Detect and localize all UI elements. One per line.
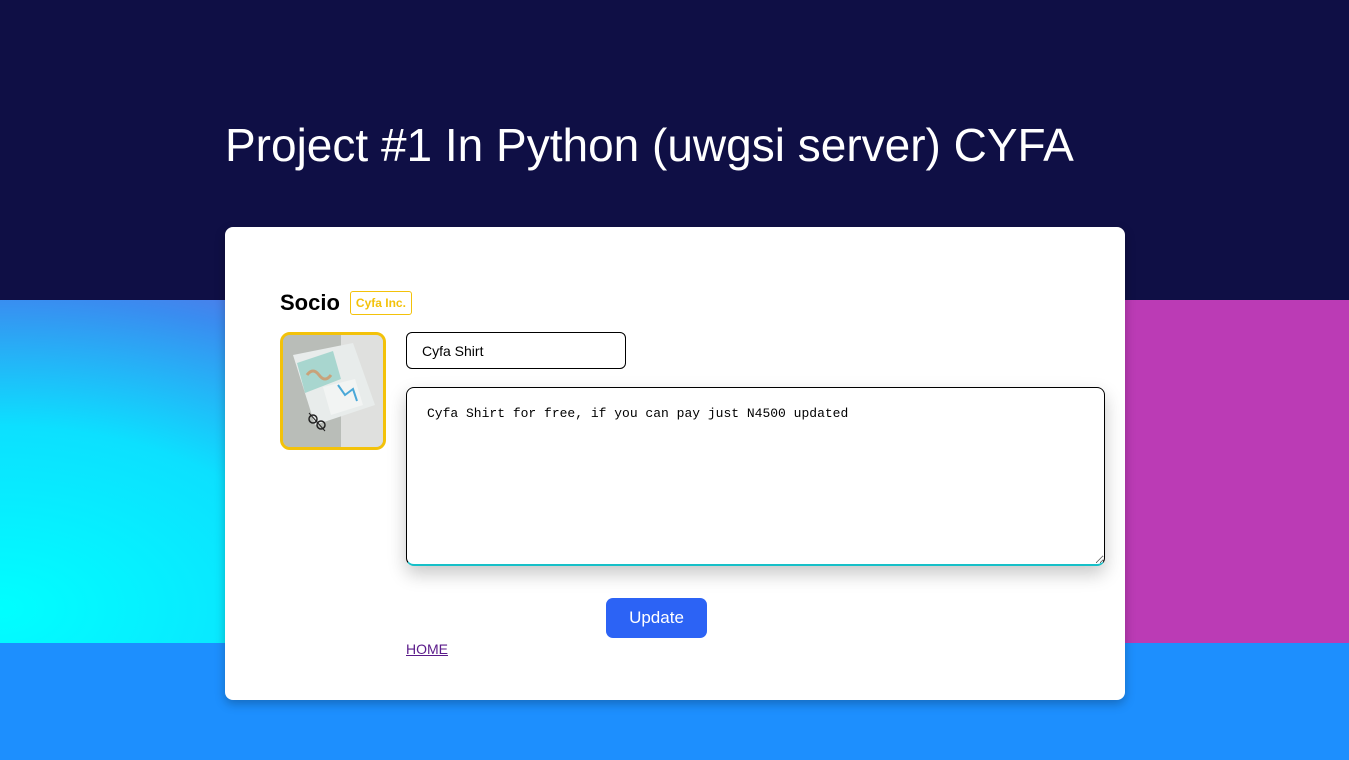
- product-title-input[interactable]: [406, 332, 626, 369]
- brand-badge: Cyfa Inc.: [349, 291, 412, 315]
- page-title: Project #1 In Python (uwgsi server) CYFA: [225, 119, 1074, 171]
- product-photo-icon: [280, 332, 386, 450]
- product-description-textarea[interactable]: Cyfa Shirt for free, if you can pay just…: [406, 387, 1105, 566]
- page: Project #1 In Python (uwgsi server) CYFA…: [0, 0, 1349, 760]
- update-button[interactable]: Update: [606, 598, 707, 638]
- brand-row: Socio Cyfa Inc.: [280, 290, 412, 316]
- edit-product-card: Socio Cyfa Inc. Cyfa Shirt for free, if …: [225, 227, 1125, 700]
- brand-name: Socio: [280, 290, 340, 315]
- home-link[interactable]: HOME: [406, 641, 448, 657]
